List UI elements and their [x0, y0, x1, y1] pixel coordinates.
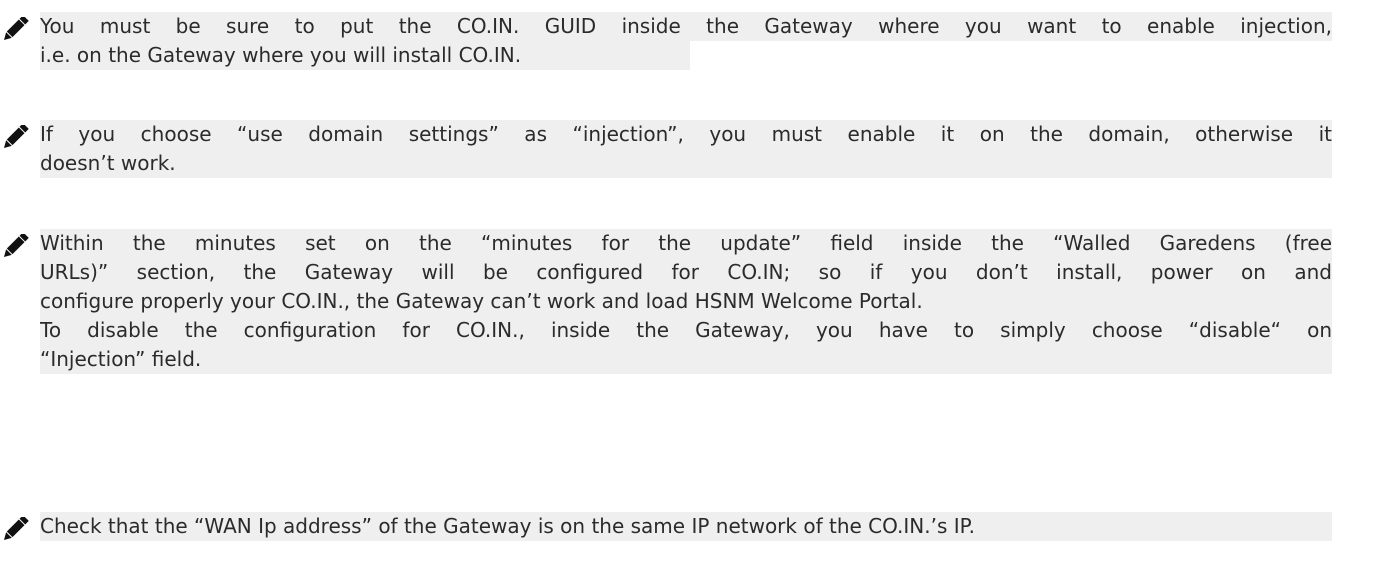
note-text-line: To disable the configuration for CO.IN.,… [40, 316, 1332, 345]
note-text-line: If you choose “use domain settings” as “… [40, 120, 1332, 149]
note-text-line: i.e. on the Gateway where you will insta… [40, 41, 690, 70]
note-text-line: Check that the “WAN Ip address” of the G… [40, 512, 1332, 541]
note-text-line: configure properly your CO.IN., the Gate… [40, 287, 1332, 316]
note-text-line: doesn’t work. [40, 149, 1332, 178]
note-text-line: You must be sure to put the CO.IN. GUID … [40, 12, 1332, 41]
note-text-line: “Injection” field. [40, 345, 1332, 374]
note-text-line: URLs)” section, the Gateway will be conf… [40, 258, 1332, 287]
pencil-icon [4, 17, 29, 40]
pencil-icon [4, 125, 29, 148]
pencil-icon [4, 234, 29, 257]
pencil-icon [4, 517, 29, 540]
note-text-line: Within the minutes set on the “minutes f… [40, 229, 1332, 258]
